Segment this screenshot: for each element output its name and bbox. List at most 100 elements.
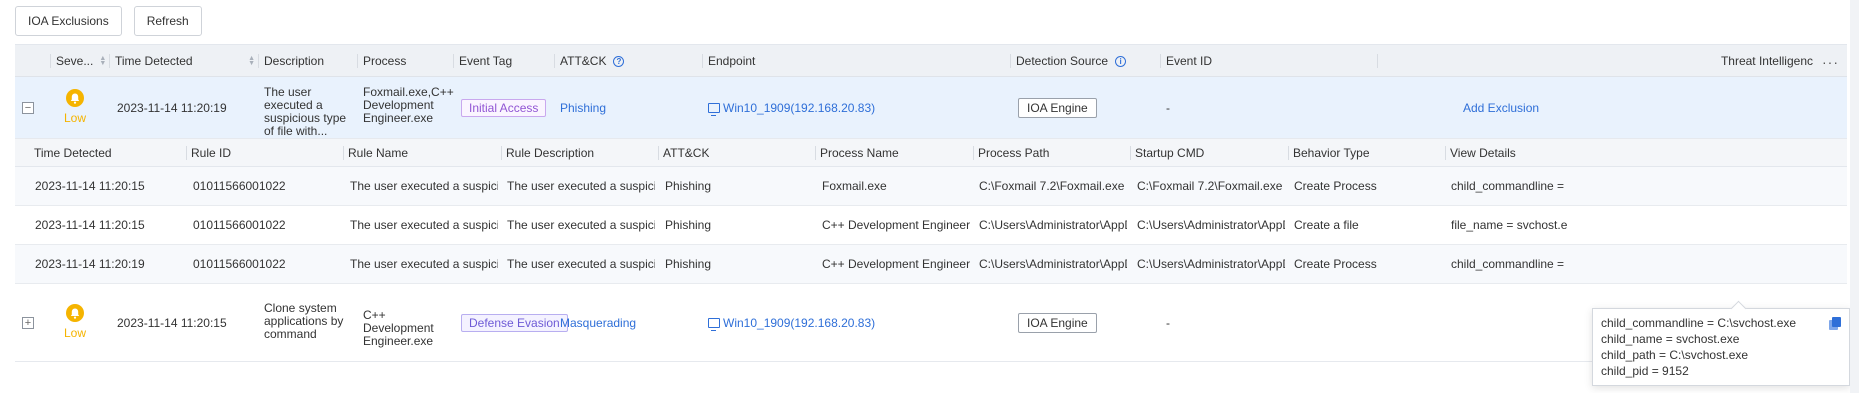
process: C++ Development Engineer.exe xyxy=(363,308,434,348)
sub-attck-link[interactable]: Phishing xyxy=(665,167,810,205)
header-time-detected[interactable]: Time Detected ▲ ▼ xyxy=(109,45,255,77)
sub-startup-cmd: C:\Foxmail 7.2\Foxmail.exe "... xyxy=(1137,179,1285,193)
sub-process-name: Foxmail.exe xyxy=(822,179,887,193)
sub-process-name: C++ Development Engineer.exe xyxy=(822,218,970,232)
detail-subtable: Time Detected Rule ID Rule Name Rule Des… xyxy=(15,139,1847,284)
computer-icon xyxy=(708,318,720,331)
sub-header-process-name-label: Process Name xyxy=(820,145,899,160)
sub-time-detected: 2023-11-14 11:20:19 xyxy=(35,257,145,271)
toolbar: IOA Exclusions Refresh xyxy=(15,6,202,36)
sub-header-attck: ATT&CK xyxy=(658,139,709,166)
sub-header-rule-name-label: Rule Name xyxy=(348,145,409,160)
sub-process-name: C++ Development Engineer.exe xyxy=(822,257,970,271)
severity-label: Low xyxy=(63,326,86,340)
endpoint-label: Win10_1909(192.168.20.83) xyxy=(723,316,876,330)
attck-link[interactable]: Phishing xyxy=(560,77,606,139)
detection-source: IOA Engine xyxy=(1018,284,1097,362)
sub-behavior-type: Create a file xyxy=(1294,218,1359,232)
header-attck-label: ATT&CK xyxy=(560,54,607,68)
endpoint-label: Win10_1909(192.168.20.83) xyxy=(723,101,876,115)
tooltip-line: child_name = svchost.exe xyxy=(1601,332,1740,346)
subtable-row[interactable]: 2023-11-14 11:20:15 01011566001022 The u… xyxy=(15,167,1847,206)
sub-behavior-type: Create Process xyxy=(1294,257,1377,271)
sub-header-process-path-label: Process Path xyxy=(978,145,1050,160)
detection-source: IOA Engine xyxy=(1018,77,1097,139)
sub-process-path: C:\Users\Administrator\AppD... xyxy=(979,218,1127,232)
sub-attck-link[interactable]: Phishing xyxy=(665,206,810,244)
sub-header-rule-description: Rule Description xyxy=(501,139,594,166)
sub-rule-name: The user executed a suspicio... xyxy=(350,257,498,271)
header-detection-source-label: Detection Source xyxy=(1016,54,1109,68)
sub-header-attck-label: ATT&CK xyxy=(663,145,710,160)
more-icon[interactable]: ··· xyxy=(1822,54,1839,70)
collapse-toggle-icon[interactable]: − xyxy=(22,102,34,114)
sub-header-rule-description-label: Rule Description xyxy=(506,145,595,160)
add-exclusion-link[interactable]: Add Exclusion xyxy=(1463,77,1539,139)
severity-label: Low xyxy=(63,111,86,125)
header-description-label: Description xyxy=(264,54,325,68)
vertical-scrollbar[interactable] xyxy=(1850,0,1859,393)
expand-toggle-icon[interactable]: + xyxy=(22,317,34,329)
subtable-row[interactable]: 2023-11-14 11:20:19 01011566001022 The u… xyxy=(15,245,1847,284)
sort-icon[interactable]: ▲ ▼ xyxy=(99,55,106,67)
header-time-detected-label: Time Detected xyxy=(115,54,193,68)
header-event-id-label: Event ID xyxy=(1166,54,1213,68)
header-endpoint: Endpoint xyxy=(702,45,756,77)
table-header: Seve... ▲ ▼ Time Detected ▲ ▼ Description Pr… xyxy=(15,45,1847,77)
header-description: Description xyxy=(258,45,325,77)
header-severity-label: Seve... xyxy=(56,54,94,68)
sub-rule-name: The user executed a suspicio... xyxy=(350,218,498,232)
header-detection-source: Detection Source i xyxy=(1010,45,1127,77)
sub-process-path: C:\Users\Administrator\AppD... xyxy=(979,257,1127,271)
refresh-button[interactable]: Refresh xyxy=(133,6,202,36)
description: The user executed a suspicious type of f… xyxy=(264,85,347,138)
endpoint-link[interactable]: Win10_1909(192.168.20.83) xyxy=(708,284,875,362)
tooltip-line: child_pid = 9152 xyxy=(1601,364,1689,378)
sub-startup-cmd: C:\Users\Administrator\AppD... xyxy=(1137,218,1285,232)
info-icon[interactable]: ? xyxy=(613,55,625,67)
sub-rule-description: The user executed a suspicio... xyxy=(507,179,655,193)
subtable-header: Time Detected Rule ID Rule Name Rule Des… xyxy=(15,139,1847,167)
table-row[interactable]: − Low 2023-11-14 11:20:19 The user execu… xyxy=(15,77,1847,139)
endpoint-link[interactable]: Win10_1909(192.168.20.83) xyxy=(708,77,875,139)
copy-icon[interactable] xyxy=(1829,317,1841,330)
detection-source-badge: IOA Engine xyxy=(1018,98,1097,118)
detection-source-badge: IOA Engine xyxy=(1018,313,1097,333)
sub-header-rule-id: Rule ID xyxy=(186,139,231,166)
description: Clone system applications by command xyxy=(264,301,344,341)
time-detected: 2023-11-14 11:20:15 xyxy=(117,316,227,330)
sub-time-detected: 2023-11-14 11:20:15 xyxy=(35,218,145,232)
event-tag-badge: Initial Access xyxy=(461,99,547,117)
sub-view-details[interactable]: child_commandline = xyxy=(1451,167,1571,205)
sort-icon[interactable]: ▲ ▼ xyxy=(248,55,255,67)
info-icon[interactable]: i xyxy=(1115,55,1127,67)
sub-header-behavior-type: Behavior Type xyxy=(1288,139,1370,166)
header-process: Process xyxy=(357,45,407,77)
attck-link[interactable]: Masquerading xyxy=(560,284,636,362)
sub-header-view-details: View Details xyxy=(1445,139,1516,166)
process: Foxmail.exe,C++ Development Engineer.exe xyxy=(363,85,454,125)
header-event-id: Event ID xyxy=(1160,45,1213,77)
subtable-row[interactable]: 2023-11-14 11:20:15 01011566001022 The u… xyxy=(15,206,1847,245)
event-tag: Initial Access xyxy=(461,77,547,139)
sub-header-process-name: Process Name xyxy=(815,139,899,166)
sub-view-details[interactable]: child_commandline = xyxy=(1451,245,1571,283)
sub-header-behavior-type-label: Behavior Type xyxy=(1293,145,1370,160)
header-process-label: Process xyxy=(363,54,407,68)
ioa-exclusions-button[interactable]: IOA Exclusions xyxy=(15,6,122,36)
severity-indicator: Low xyxy=(55,89,95,125)
header-threat-intelligence-label: Threat Intelligenc xyxy=(1720,54,1813,68)
sub-behavior-type: Create Process xyxy=(1294,179,1377,193)
details-tooltip: child_commandline = C:\svchost.exe child… xyxy=(1592,308,1850,386)
sub-header-time-detected: Time Detected xyxy=(34,145,112,160)
sub-attck-link[interactable]: Phishing xyxy=(665,245,810,283)
time-detected: 2023-11-14 11:20:19 xyxy=(117,101,227,115)
event-tag: Defense Evasion xyxy=(461,284,568,362)
sub-header-view-details-label: View Details xyxy=(1450,145,1516,160)
bell-icon xyxy=(66,89,84,107)
header-event-tag: Event Tag xyxy=(453,45,512,77)
header-severity[interactable]: Seve... ▲ ▼ xyxy=(50,45,106,77)
header-endpoint-label: Endpoint xyxy=(708,54,756,68)
table-row[interactable]: + Low 2023-11-14 11:20:15 Clone system a… xyxy=(15,284,1847,362)
sub-view-details[interactable]: file_name = svchost.e xyxy=(1451,206,1571,244)
